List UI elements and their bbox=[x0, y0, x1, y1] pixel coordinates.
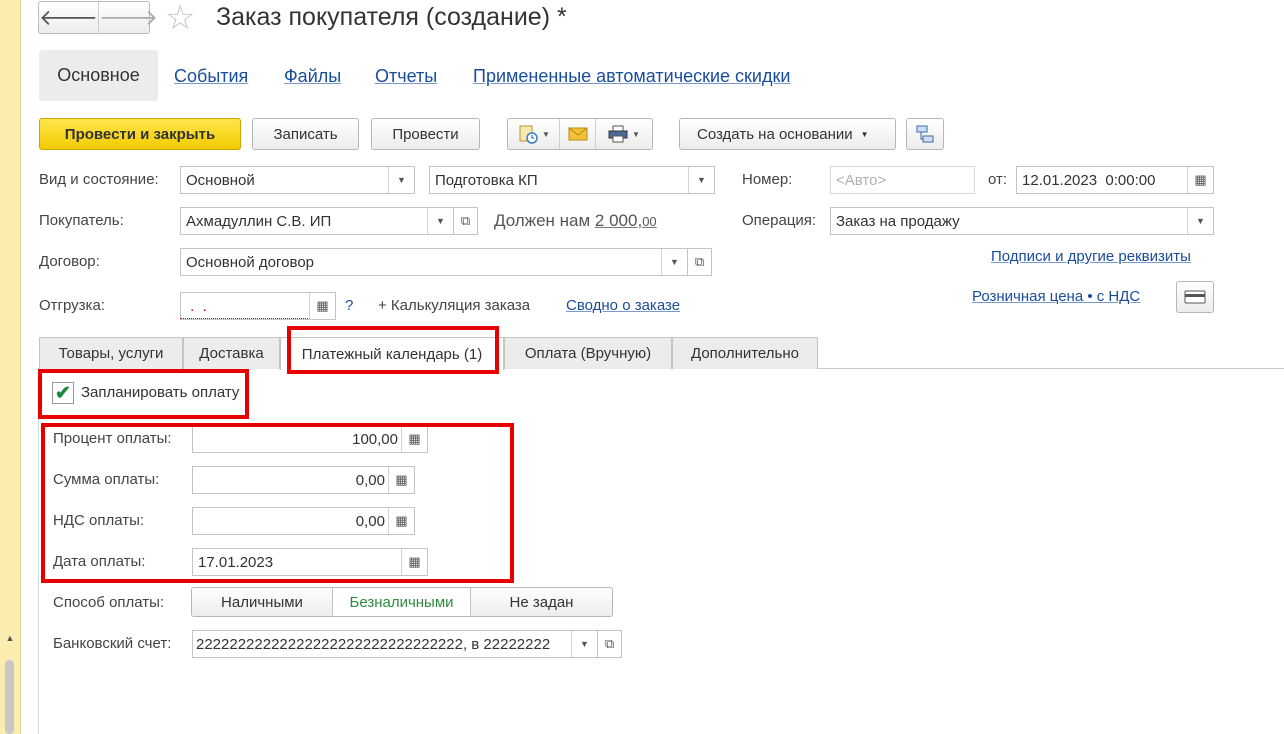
left-panel-strip bbox=[0, 0, 21, 734]
chevron-down-icon[interactable]: ▼ bbox=[688, 167, 714, 193]
tab-reports-link[interactable]: Отчеты bbox=[375, 66, 437, 87]
debt-indicator: Должен нам 2 000,00 bbox=[494, 209, 657, 234]
create-based-on-label: Создать на основании bbox=[697, 125, 853, 143]
open-contract-icon[interactable]: ⧉ bbox=[688, 248, 712, 276]
chevron-down-icon: ▼ bbox=[632, 129, 640, 139]
chevron-down-icon[interactable]: ▼ bbox=[661, 249, 687, 275]
print-dropdown[interactable]: ▼ bbox=[596, 119, 652, 149]
favorite-star-icon[interactable]: ☆ bbox=[165, 0, 195, 36]
bank-account-value: 22222222222222222222222222222222, в 2222… bbox=[196, 635, 551, 653]
tab-payment-manual[interactable]: Оплата (Вручную) bbox=[504, 337, 672, 369]
number-placeholder: <Авто> bbox=[836, 171, 887, 189]
kind-value: Основной bbox=[186, 171, 255, 189]
shipment-date-value: . . bbox=[186, 297, 207, 315]
nav-buttons: 🡐 🡒 bbox=[38, 1, 158, 34]
highlight-checkbox-box bbox=[38, 369, 249, 419]
contract-select[interactable]: Основной договор ▼ bbox=[180, 248, 688, 276]
operation-value: Заказ на продажу bbox=[836, 212, 960, 230]
operation-label: Операция: bbox=[742, 212, 817, 229]
create-based-on-button[interactable]: Создать на основании ▼ bbox=[679, 118, 896, 150]
bank-account-select[interactable]: 22222222222222222222222222222222, в 2222… bbox=[192, 630, 598, 658]
shipment-date-field[interactable]: . . ▦ bbox=[180, 292, 336, 320]
scroll-up-arrow-icon[interactable]: ▲ bbox=[4, 633, 16, 643]
buyer-value: Ахмадуллин С.В. ИП bbox=[186, 212, 332, 230]
operation-select[interactable]: Заказ на продажу ▼ bbox=[830, 207, 1214, 235]
shipment-label: Отгрузка: bbox=[39, 297, 105, 314]
number-label: Номер: bbox=[742, 171, 793, 188]
content-divider bbox=[38, 370, 39, 734]
contract-label: Договор: bbox=[39, 253, 100, 270]
chevron-down-icon[interactable]: ▼ bbox=[571, 631, 597, 657]
post-and-close-button[interactable]: Провести и закрыть bbox=[39, 118, 241, 150]
kind-label: Вид и состояние: bbox=[39, 171, 159, 188]
email-button[interactable] bbox=[560, 119, 596, 149]
open-buyer-icon[interactable]: ⧉ bbox=[454, 207, 478, 235]
method-cash-option[interactable]: Наличными bbox=[192, 588, 333, 616]
method-noncash-option[interactable]: Безналичными bbox=[333, 588, 471, 616]
page-title: Заказ покупателя (создание) * bbox=[216, 3, 567, 31]
buyer-label: Покупатель: bbox=[39, 212, 124, 229]
chevron-down-icon: ▼ bbox=[542, 129, 550, 139]
help-question-icon[interactable]: ? bbox=[345, 297, 353, 314]
highlight-tab-box bbox=[287, 326, 499, 374]
order-summary-link[interactable]: Сводно о заказе bbox=[566, 297, 680, 314]
payment-method-label: Способ оплаты: bbox=[53, 594, 165, 611]
back-arrow-icon[interactable]: 🡐 bbox=[39, 2, 98, 33]
post-button[interactable]: Провести bbox=[371, 118, 480, 150]
debt-amount-link[interactable]: 2 000,00 bbox=[595, 211, 657, 230]
tab-additional[interactable]: Дополнительно bbox=[672, 337, 818, 369]
tab-main[interactable]: Основное bbox=[39, 50, 158, 101]
chevron-down-icon[interactable]: ▼ bbox=[427, 208, 453, 234]
debt-label: Должен нам bbox=[494, 211, 591, 230]
payment-card-button[interactable] bbox=[1176, 281, 1214, 313]
tab-goods-services[interactable]: Товары, услуги bbox=[39, 337, 183, 369]
tab-delivery[interactable]: Доставка bbox=[183, 337, 280, 369]
retail-price-link[interactable]: Розничная цена • с НДС bbox=[972, 288, 1140, 305]
chevron-down-icon[interactable]: ▼ bbox=[388, 167, 414, 193]
debt-cents: 00 bbox=[642, 214, 657, 229]
chevron-down-icon[interactable]: ▼ bbox=[1187, 208, 1213, 234]
state-select[interactable]: Подготовка КП ▼ bbox=[429, 166, 715, 194]
buyer-select[interactable]: Ахмадуллин С.В. ИП ▼ bbox=[180, 207, 454, 235]
chevron-down-icon: ▼ bbox=[860, 129, 869, 139]
toolbar-icon-group: ▼ ▼ bbox=[507, 118, 653, 150]
scrollbar-thumb[interactable] bbox=[5, 660, 14, 734]
highlight-payment-fields-box bbox=[41, 423, 514, 583]
signatures-link[interactable]: Подписи и другие реквизиты bbox=[991, 248, 1191, 265]
envelope-icon bbox=[568, 127, 587, 141]
date-from-label: от: bbox=[988, 171, 1008, 188]
attachment-dropdown[interactable]: ▼ bbox=[508, 119, 560, 149]
calendar-icon[interactable]: ▦ bbox=[1187, 167, 1213, 193]
structure-button[interactable] bbox=[906, 118, 944, 150]
debt-amount: 2 000, bbox=[594, 211, 643, 230]
tab-files-link[interactable]: Файлы bbox=[284, 66, 341, 87]
number-field[interactable]: <Авто> bbox=[830, 166, 975, 194]
hierarchy-icon bbox=[916, 125, 934, 143]
kind-select[interactable]: Основной ▼ bbox=[180, 166, 415, 194]
save-button[interactable]: Записать bbox=[252, 118, 359, 150]
open-bank-account-icon[interactable]: ⧉ bbox=[598, 630, 622, 658]
tab-events-link[interactable]: События bbox=[174, 66, 248, 87]
bank-account-label: Банковский счет: bbox=[53, 635, 172, 652]
calendar-icon[interactable]: ▦ bbox=[309, 293, 335, 319]
payment-method-switch: Наличными Безналичными Не задан bbox=[191, 587, 613, 617]
document-date-value: 12.01.2023 0:00:00 bbox=[1022, 171, 1156, 189]
tab-discounts-link[interactable]: Примененные автоматические скидки bbox=[473, 66, 790, 87]
forward-arrow-icon[interactable]: 🡒 bbox=[98, 2, 158, 33]
document-date-field[interactable]: 12.01.2023 0:00:00 ▦ bbox=[1016, 166, 1214, 194]
method-unset-option[interactable]: Не задан bbox=[471, 588, 612, 616]
state-value: Подготовка КП bbox=[435, 171, 538, 189]
required-underline bbox=[180, 318, 308, 319]
calculation-label[interactable]: + Калькуляция заказа bbox=[378, 297, 530, 314]
card-icon bbox=[1184, 290, 1206, 304]
printer-icon bbox=[608, 125, 628, 143]
document-clock-icon bbox=[519, 125, 538, 144]
contract-value: Основной договор bbox=[186, 253, 314, 271]
